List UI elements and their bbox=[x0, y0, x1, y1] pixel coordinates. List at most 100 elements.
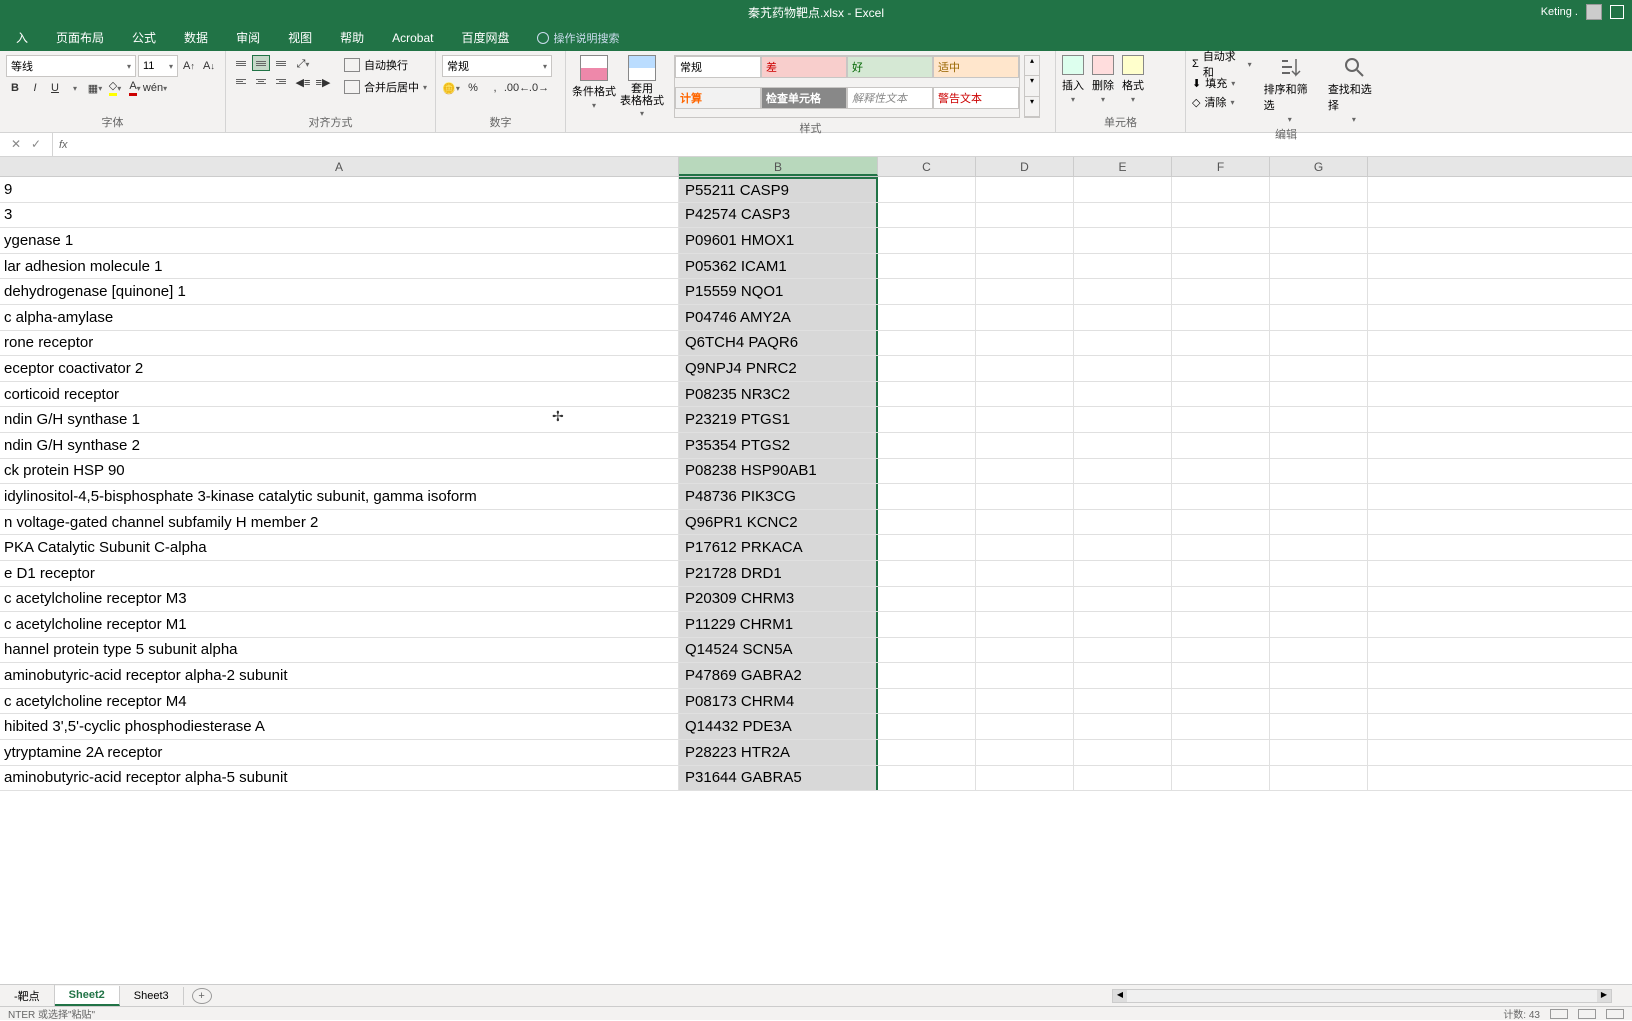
table-row[interactable]: e D1 receptorP21728 DRD1 bbox=[0, 561, 1632, 587]
cell-empty[interactable] bbox=[1074, 459, 1172, 484]
col-header-A[interactable]: A bbox=[0, 157, 679, 176]
cell-empty[interactable] bbox=[1074, 689, 1172, 714]
cell-empty[interactable] bbox=[1172, 254, 1270, 279]
cell-empty[interactable] bbox=[976, 407, 1074, 432]
cell-empty[interactable] bbox=[1270, 638, 1368, 663]
normal-view-button[interactable] bbox=[1550, 1009, 1568, 1019]
cell-empty[interactable] bbox=[878, 331, 976, 356]
cell-B[interactable]: P05362 ICAM1 bbox=[679, 254, 878, 279]
table-row[interactable]: eceptor coactivator 2Q9NPJ4 PNRC2 bbox=[0, 356, 1632, 382]
autosum-button[interactable]: Σ自动求和▾ bbox=[1192, 55, 1252, 73]
cell-empty[interactable] bbox=[976, 382, 1074, 407]
cell-empty[interactable] bbox=[1172, 407, 1270, 432]
format-table-button[interactable]: 套用 表格格式▾ bbox=[620, 55, 664, 118]
cell-empty[interactable] bbox=[1172, 535, 1270, 560]
cell-empty[interactable] bbox=[1074, 356, 1172, 381]
table-row[interactable]: c alpha-amylaseP04746 AMY2A bbox=[0, 305, 1632, 331]
cell-empty[interactable] bbox=[1270, 254, 1368, 279]
cell-B[interactable]: P11229 CHRM1 bbox=[679, 612, 878, 637]
cell-empty[interactable] bbox=[976, 177, 1074, 202]
cell-B[interactable]: P35354 PTGS2 bbox=[679, 433, 878, 458]
cell-empty[interactable] bbox=[1074, 382, 1172, 407]
col-header-B[interactable]: B bbox=[679, 157, 878, 176]
cell-empty[interactable] bbox=[878, 228, 976, 253]
spreadsheet-grid[interactable]: 9P55211 CASP93P42574 CASP3ygenase 1P0960… bbox=[0, 177, 1632, 812]
conditional-format-button[interactable]: 条件格式▾ bbox=[572, 55, 616, 118]
cell-B[interactable]: P23219 PTGS1 bbox=[679, 407, 878, 432]
page-layout-button[interactable] bbox=[1578, 1009, 1596, 1019]
cell-B[interactable]: P09601 HMOX1 bbox=[679, 228, 878, 253]
cell-empty[interactable] bbox=[1172, 203, 1270, 228]
col-header-F[interactable]: F bbox=[1172, 157, 1270, 176]
cell-A[interactable]: c alpha-amylase bbox=[0, 305, 679, 330]
style-good[interactable]: 好 bbox=[847, 56, 933, 78]
cell-empty[interactable] bbox=[1172, 177, 1270, 202]
cell-empty[interactable] bbox=[1172, 510, 1270, 535]
cell-empty[interactable] bbox=[878, 714, 976, 739]
cell-B[interactable]: P04746 AMY2A bbox=[679, 305, 878, 330]
cell-B[interactable]: P21728 DRD1 bbox=[679, 561, 878, 586]
cell-empty[interactable] bbox=[1172, 459, 1270, 484]
cell-empty[interactable] bbox=[878, 177, 976, 202]
cell-empty[interactable] bbox=[1270, 663, 1368, 688]
cell-B[interactable]: P47869 GABRA2 bbox=[679, 663, 878, 688]
cancel-button[interactable]: ✕ bbox=[8, 137, 24, 153]
cell-empty[interactable] bbox=[1074, 638, 1172, 663]
cell-empty[interactable] bbox=[976, 766, 1074, 791]
table-row[interactable]: aminobutyric-acid receptor alpha-5 subun… bbox=[0, 766, 1632, 792]
style-normal[interactable]: 常规 bbox=[675, 56, 761, 78]
align-center-button[interactable] bbox=[252, 73, 270, 89]
cell-empty[interactable] bbox=[878, 638, 976, 663]
gallery-up-button[interactable]: ▴ bbox=[1025, 56, 1039, 76]
cell-empty[interactable] bbox=[1172, 433, 1270, 458]
clear-button[interactable]: ◇清除▾ bbox=[1192, 93, 1252, 111]
cell-empty[interactable] bbox=[1074, 587, 1172, 612]
style-explain[interactable]: 解释性文本 bbox=[847, 87, 933, 109]
cell-A[interactable]: corticoid receptor bbox=[0, 382, 679, 407]
delete-cells-button[interactable]: 删除▾ bbox=[1092, 55, 1114, 104]
table-row[interactable]: ygenase 1P09601 HMOX1 bbox=[0, 228, 1632, 254]
cell-empty[interactable] bbox=[1074, 714, 1172, 739]
cell-A[interactable]: aminobutyric-acid receptor alpha-5 subun… bbox=[0, 766, 679, 791]
table-row[interactable]: lar adhesion molecule 1P05362 ICAM1 bbox=[0, 254, 1632, 280]
cell-empty[interactable] bbox=[976, 203, 1074, 228]
table-row[interactable]: PKA Catalytic Subunit C-alphaP17612 PRKA… bbox=[0, 535, 1632, 561]
cell-B[interactable]: Q9NPJ4 PNRC2 bbox=[679, 356, 878, 381]
cell-empty[interactable] bbox=[1270, 228, 1368, 253]
cell-A[interactable]: rone receptor bbox=[0, 331, 679, 356]
merge-center-button[interactable]: 合并后居中▾ bbox=[344, 77, 427, 97]
cell-empty[interactable] bbox=[1172, 331, 1270, 356]
table-row[interactable]: hibited 3',5'-cyclic phosphodiesterase A… bbox=[0, 714, 1632, 740]
cell-empty[interactable] bbox=[878, 535, 976, 560]
cell-empty[interactable] bbox=[878, 433, 976, 458]
cell-empty[interactable] bbox=[878, 459, 976, 484]
cell-empty[interactable] bbox=[1172, 561, 1270, 586]
style-calc[interactable]: 计算 bbox=[675, 87, 761, 109]
cell-empty[interactable] bbox=[976, 254, 1074, 279]
cell-A[interactable]: 3 bbox=[0, 203, 679, 228]
underline-dropdown[interactable]: ▾ bbox=[66, 79, 84, 97]
cell-empty[interactable] bbox=[976, 228, 1074, 253]
cell-A[interactable]: lar adhesion molecule 1 bbox=[0, 254, 679, 279]
ribbon-display-icon[interactable] bbox=[1610, 5, 1624, 19]
cell-empty[interactable] bbox=[1270, 689, 1368, 714]
tab-acrobat[interactable]: Acrobat bbox=[380, 27, 445, 49]
cell-empty[interactable] bbox=[1074, 510, 1172, 535]
cell-A[interactable]: idylinositol-4,5-bisphosphate 3-kinase c… bbox=[0, 484, 679, 509]
cell-empty[interactable] bbox=[1270, 535, 1368, 560]
tab-review[interactable]: 审阅 bbox=[224, 25, 272, 50]
cell-A[interactable]: c acetylcholine receptor M1 bbox=[0, 612, 679, 637]
table-row[interactable]: 3P42574 CASP3 bbox=[0, 203, 1632, 229]
cell-empty[interactable] bbox=[1270, 407, 1368, 432]
table-row[interactable]: rone receptorQ6TCH4 PAQR6 bbox=[0, 331, 1632, 357]
cell-empty[interactable] bbox=[1270, 433, 1368, 458]
cell-B[interactable]: P48736 PIK3CG bbox=[679, 484, 878, 509]
cell-empty[interactable] bbox=[878, 279, 976, 304]
cell-B[interactable]: P42574 CASP3 bbox=[679, 203, 878, 228]
cell-empty[interactable] bbox=[1270, 177, 1368, 202]
table-row[interactable]: aminobutyric-acid receptor alpha-2 subun… bbox=[0, 663, 1632, 689]
cell-A[interactable]: ytryptamine 2A receptor bbox=[0, 740, 679, 765]
cell-styles-gallery[interactable]: 常规 差 好 适中 计算 检查单元格 解释性文本 警告文本 bbox=[674, 55, 1020, 118]
cell-empty[interactable] bbox=[1270, 382, 1368, 407]
align-middle-button[interactable] bbox=[252, 55, 270, 71]
